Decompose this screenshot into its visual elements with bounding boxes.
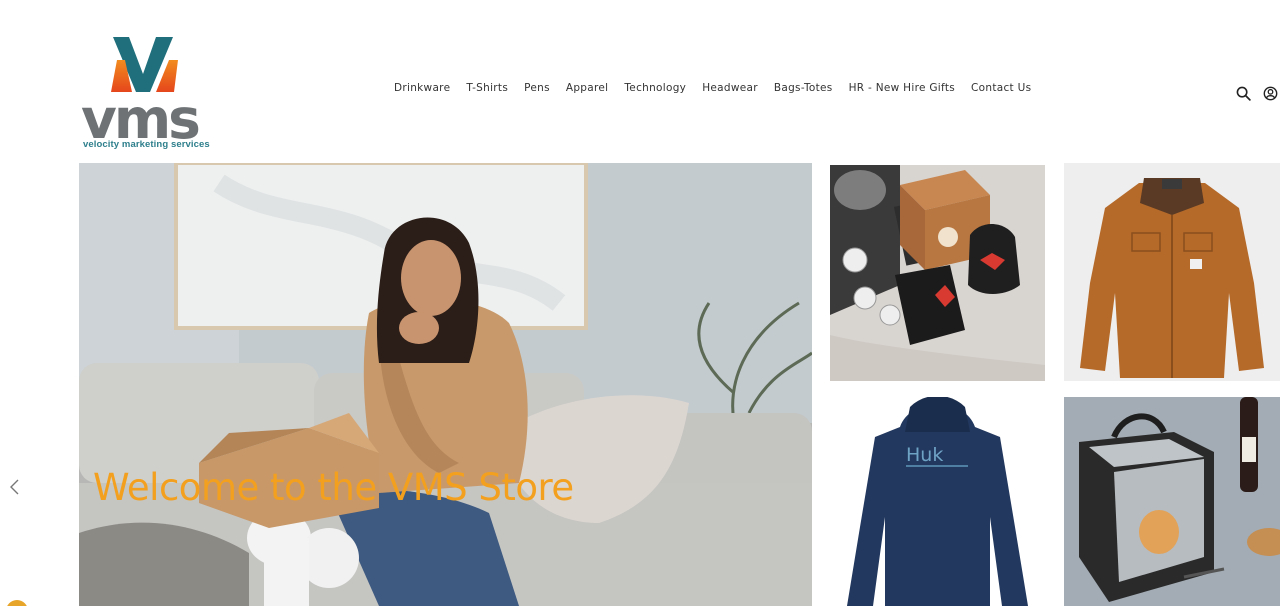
product-tile-hooded-shirt[interactable]: Huk [830,397,1045,606]
nav-item-hr-new-hire-gifts[interactable]: HR - New Hire Gifts [841,82,963,94]
gift-kit-image [830,165,1045,381]
product-tile-work-jacket[interactable] [1064,163,1280,381]
logo-letters: vms [81,87,199,139]
hero-banner[interactable]: Welcome to the VMS Store [79,163,812,606]
hooded-shirt-image: Huk [830,397,1045,606]
search-icon[interactable] [1236,86,1251,101]
user-account-icon[interactable] [1263,86,1278,101]
nav-item-t-shirts[interactable]: T-Shirts [458,82,516,94]
logo-tagline: velocity marketing services [83,139,210,150]
vms-logo-graphic: vms [81,37,202,151]
site-header: vms velocity marketing services Drinkwar… [0,0,1280,160]
nav-item-bags-totes[interactable]: Bags-Totes [766,82,841,94]
nav-item-apparel[interactable]: Apparel [558,82,617,94]
nav-item-pens[interactable]: Pens [516,82,558,94]
header-icons [1236,86,1278,101]
nav-item-contact-us[interactable]: Contact Us [963,82,1039,94]
shirt-print-text: Huk [906,444,943,466]
nav-item-technology[interactable]: Technology [616,82,694,94]
chat-widget-button[interactable] [6,600,28,606]
cooler-bag-image [1064,397,1280,606]
work-jacket-image [1064,163,1280,381]
nav-item-headwear[interactable]: Headwear [694,82,766,94]
product-tile-gift-kit[interactable] [830,165,1045,381]
vms-logo[interactable]: vms velocity marketing services [80,34,210,156]
hero-photo [79,163,812,606]
product-tile-cooler-bag[interactable] [1064,397,1280,606]
hero-title: Welcome to the VMS Store [93,466,574,509]
main-nav: Drinkware T-Shirts Pens Apparel Technolo… [386,82,1039,94]
nav-item-drinkware[interactable]: Drinkware [386,82,458,94]
carousel-prev-arrow-icon[interactable] [8,478,22,496]
